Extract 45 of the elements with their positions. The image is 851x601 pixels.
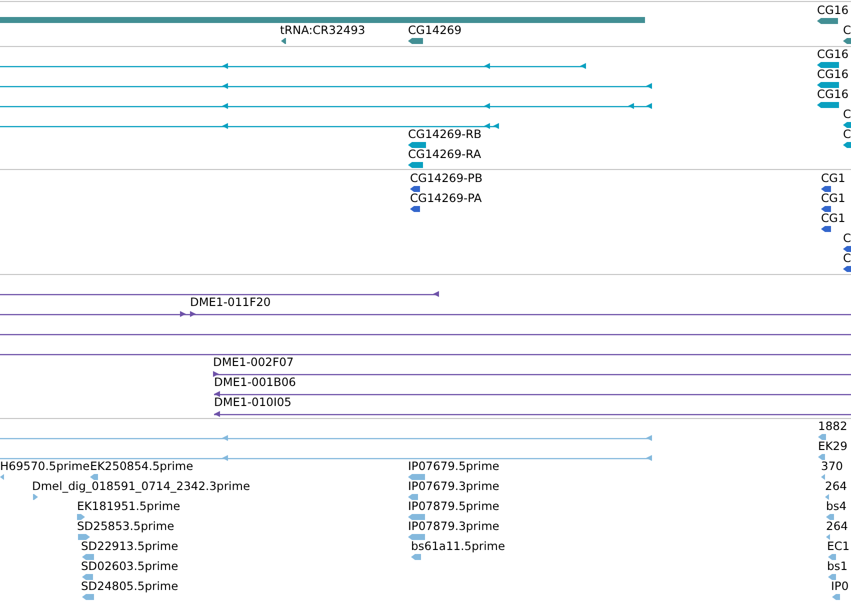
feature-label[interactable]: C	[843, 23, 851, 37]
feature-label[interactable]: SD22913.5prime	[81, 539, 178, 553]
feature-label[interactable]: CG16	[817, 3, 849, 17]
feature-label[interactable]: IP07879.5prime	[408, 499, 500, 513]
feature-label[interactable]: CG16	[817, 47, 849, 61]
feature-label[interactable]: tRNA:CR32493	[280, 23, 366, 37]
feature-label[interactable]: SD02603.5prime	[81, 559, 178, 573]
feature-label[interactable]: IP07879.3prime	[408, 519, 500, 533]
feature-label[interactable]: CG16	[817, 67, 849, 81]
feature-label[interactable]: Dmel_dig_018591_0714_2342.3prime	[32, 479, 250, 493]
feature-label[interactable]: CG14269	[408, 23, 462, 37]
feature-label[interactable]: DME1-010I05	[214, 395, 292, 409]
feature-label[interactable]: C	[843, 231, 851, 245]
feature-label[interactable]: EK181951.5prime	[77, 499, 180, 513]
feature-label[interactable]: C	[843, 127, 851, 141]
feature-label[interactable]: IP0	[831, 579, 849, 593]
feature-label[interactable]: EC1	[827, 539, 850, 553]
feature-label[interactable]: IP07679.5prime	[408, 459, 500, 473]
feature-label[interactable]: CG1	[821, 211, 846, 225]
feature-label[interactable]: bs61a11.5prime	[411, 539, 506, 553]
feature-label[interactable]: bs1	[827, 559, 848, 573]
feature-label[interactable]: EK29	[818, 439, 848, 453]
feature-label[interactable]: CG14269-PA	[410, 191, 482, 205]
feature-label[interactable]: bs4	[826, 499, 847, 513]
feature-label[interactable]: CG14269-PB	[410, 171, 482, 185]
feature-label[interactable]: EK250854.5prime	[90, 459, 194, 473]
feature-label[interactable]: DME1-011F20	[190, 295, 271, 309]
feature-label[interactable]: H69570.5prime	[0, 459, 90, 473]
feature-label[interactable]: CG1	[821, 191, 846, 205]
feature-label[interactable]: DME1-001B06	[214, 375, 296, 389]
feature-label[interactable]: SD25853.5prime	[77, 519, 174, 533]
feature-label[interactable]: 264	[826, 519, 848, 533]
feature-label[interactable]: 264	[825, 479, 847, 493]
feature-label[interactable]: CG1	[821, 171, 846, 185]
feature-label[interactable]: C	[843, 251, 851, 265]
feature-label[interactable]: C	[843, 107, 851, 121]
feature-label[interactable]: CG14269-RB	[408, 127, 482, 141]
feature-label[interactable]: CG14269-RA	[408, 147, 482, 161]
feature-label[interactable]: IP07679.3prime	[408, 479, 500, 493]
feature-label[interactable]: 1882	[818, 419, 848, 433]
feature-label[interactable]: SD24805.5prime	[81, 579, 178, 593]
feature-label[interactable]: CG16	[817, 87, 849, 101]
gene-feature-bar[interactable]	[0, 17, 645, 23]
feature-label[interactable]: DME1-002F07	[213, 355, 294, 369]
feature-label[interactable]: 370	[821, 459, 843, 473]
